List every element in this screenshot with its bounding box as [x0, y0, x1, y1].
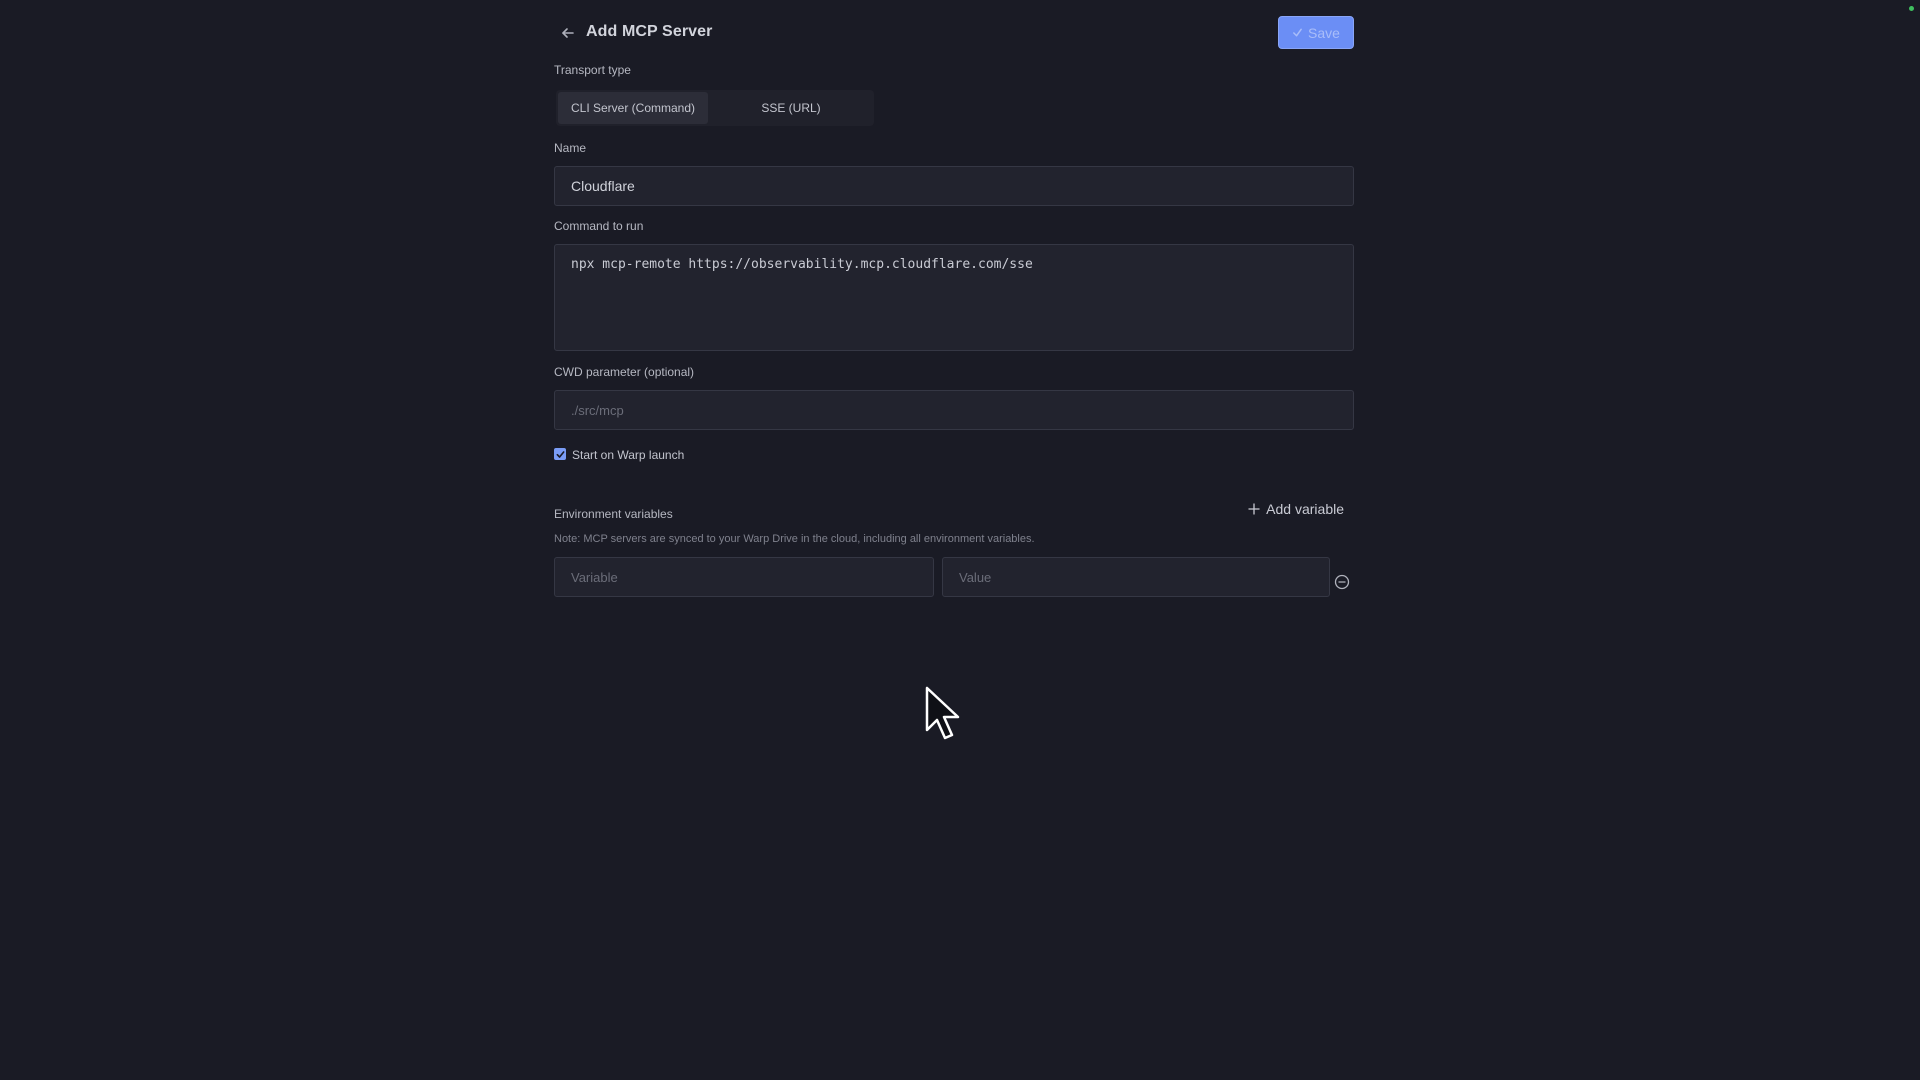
add-variable-label: Add variable [1266, 501, 1344, 517]
save-button[interactable]: Save [1278, 16, 1354, 49]
mouse-cursor-icon [925, 686, 960, 740]
remove-variable-icon[interactable] [1334, 574, 1350, 590]
cwd-input[interactable]: ./src/mcp [554, 390, 1354, 430]
env-sync-note: Note: MCP servers are synced to your War… [554, 533, 1035, 545]
back-arrow-icon[interactable] [558, 23, 578, 43]
name-label: Name [554, 141, 587, 155]
add-variable-button[interactable]: Add variable [1248, 501, 1344, 517]
status-dot [1909, 6, 1914, 11]
save-button-label: Save [1308, 24, 1340, 41]
name-input[interactable]: Cloudflare [554, 166, 1354, 206]
cwd-label: CWD parameter (optional) [554, 365, 695, 379]
start-on-launch-checkbox[interactable] [554, 448, 566, 460]
transport-option-sse[interactable]: SSE (URL) [716, 92, 866, 124]
page-header: Add MCP Server Save [554, 16, 1354, 50]
transport-option-cli[interactable]: CLI Server (Command) [558, 92, 708, 124]
env-value-input[interactable]: Value [942, 557, 1330, 597]
app-window: Add MCP Server Save Transport type CLI S… [0, 0, 1920, 1080]
start-on-launch-label[interactable]: Start on Warp launch [572, 448, 684, 462]
check-icon [1293, 28, 1302, 37]
command-label: Command to run [554, 219, 644, 233]
transport-type-label: Transport type [554, 63, 631, 77]
command-textarea[interactable]: npx mcp-remote https://observability.mcp… [554, 244, 1354, 351]
transport-type-selector: CLI Server (Command) SSE (URL) [556, 90, 874, 126]
plus-icon [1248, 503, 1260, 515]
checkmark-icon [556, 450, 564, 458]
env-vars-label: Environment variables [554, 507, 673, 521]
page-title: Add MCP Server [586, 23, 713, 40]
env-variable-input[interactable]: Variable [554, 557, 934, 597]
